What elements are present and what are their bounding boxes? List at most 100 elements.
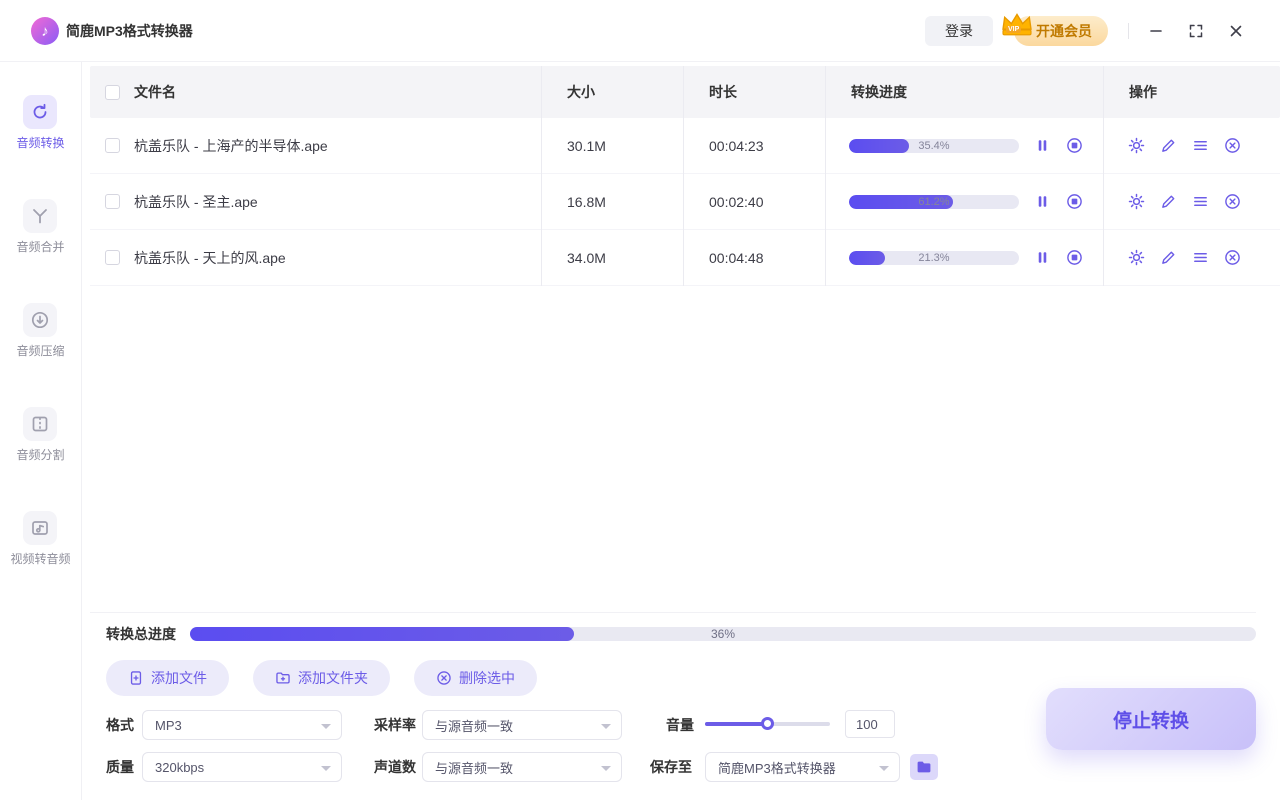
select-all-checkbox[interactable] — [105, 85, 120, 100]
settings-icon[interactable] — [1127, 137, 1145, 155]
sidebar-label: 音频合并 — [16, 238, 64, 255]
column-divider — [1103, 66, 1104, 286]
volume-input[interactable] — [845, 710, 895, 738]
folder-icon — [916, 759, 932, 775]
pause-icon[interactable] — [1033, 137, 1051, 155]
sidebar-item-audio-compress[interactable]: 音频压缩 — [16, 303, 64, 359]
add-folder-icon — [275, 670, 291, 686]
stop-icon[interactable] — [1065, 137, 1083, 155]
volume-slider[interactable] — [705, 722, 830, 726]
remove-icon[interactable] — [1223, 249, 1241, 267]
file-name: 杭盖乐队 - 天上的风.ape — [134, 248, 541, 268]
open-folder-button[interactable] — [910, 754, 938, 780]
channels-label: 声道数 — [374, 752, 416, 782]
close-button[interactable] — [1222, 17, 1250, 45]
samplerate-label: 采样率 — [374, 710, 416, 740]
column-divider — [683, 66, 684, 286]
sidebar-label: 音频转换 — [16, 134, 64, 151]
audio-compress-icon — [23, 303, 57, 337]
file-size: 30.1M — [541, 138, 683, 154]
sidebar: 音频转换 音频合并 音频压缩 音频分割 — [0, 62, 82, 800]
app-logo-icon: ♪ — [31, 17, 59, 45]
details-icon[interactable] — [1191, 249, 1209, 267]
saveto-select[interactable]: 简鹿MP3格式转换器 — [705, 752, 900, 782]
sidebar-label: 音频分割 — [16, 446, 64, 463]
details-icon[interactable] — [1191, 137, 1209, 155]
app-window: ♪ 简鹿MP3格式转换器 登录 VIP 开通会员 — [0, 0, 1280, 800]
file-action-buttons: 添加文件 添加文件夹 删除选中 — [106, 660, 537, 696]
remove-icon[interactable] — [1223, 137, 1241, 155]
column-divider — [541, 66, 542, 286]
pause-icon[interactable] — [1033, 193, 1051, 211]
delete-selected-button[interactable]: 删除选中 — [414, 660, 537, 696]
edit-icon[interactable] — [1159, 137, 1177, 155]
quality-label: 质量 — [106, 752, 134, 782]
format-value: MP3 — [155, 718, 182, 733]
saveto-label: 保存至 — [650, 752, 692, 782]
audio-merge-icon — [23, 199, 57, 233]
header-filename: 文件名 — [134, 82, 541, 102]
stop-icon[interactable] — [1065, 249, 1083, 267]
sidebar-label: 视频转音频 — [10, 550, 70, 567]
settings-icon[interactable] — [1127, 193, 1145, 211]
row-checkbox[interactable] — [105, 250, 120, 265]
quality-value: 320kbps — [155, 760, 204, 775]
row-checkbox[interactable] — [105, 138, 120, 153]
header-size: 大小 — [541, 82, 683, 102]
edit-icon[interactable] — [1159, 249, 1177, 267]
add-file-button[interactable]: 添加文件 — [106, 660, 229, 696]
table-row: 杭盖乐队 - 圣主.ape 16.8M 00:02:40 61.2% — [90, 174, 1280, 230]
file-duration: 00:04:23 — [683, 138, 825, 154]
samplerate-value: 与源音频一致 — [435, 716, 513, 735]
row-progress-bar: 35.4% — [849, 139, 1019, 153]
topbar-divider — [1128, 23, 1129, 39]
format-select[interactable]: MP3 — [142, 710, 342, 740]
minimize-button[interactable] — [1142, 17, 1170, 45]
header-progress: 转换进度 — [825, 82, 1103, 102]
header-actions: 操作 — [1103, 82, 1280, 102]
maximize-button[interactable] — [1182, 17, 1210, 45]
table-row: 杭盖乐队 - 上海产的半导体.ape 30.1M 00:04:23 35.4% — [90, 118, 1280, 174]
file-size: 34.0M — [541, 250, 683, 266]
stop-conversion-button[interactable]: 停止转换 — [1046, 688, 1256, 750]
channels-value: 与源音频一致 — [435, 758, 513, 777]
header-duration: 时长 — [683, 82, 825, 102]
stop-icon[interactable] — [1065, 193, 1083, 211]
samplerate-select[interactable]: 与源音频一致 — [422, 710, 622, 740]
pause-icon[interactable] — [1033, 249, 1051, 267]
volume-label: 音量 — [666, 710, 694, 740]
vip-badge: VIP — [1006, 26, 1021, 33]
edit-icon[interactable] — [1159, 193, 1177, 211]
audio-split-icon — [23, 407, 57, 441]
file-duration: 00:04:48 — [683, 250, 825, 266]
settings-icon[interactable] — [1127, 249, 1145, 267]
sidebar-item-audio-convert[interactable]: 音频转换 — [16, 95, 64, 151]
table-row: 杭盖乐队 - 天上的风.ape 34.0M 00:04:48 21.3% — [90, 230, 1280, 286]
sidebar-item-audio-merge[interactable]: 音频合并 — [16, 199, 64, 255]
sidebar-item-audio-split[interactable]: 音频分割 — [16, 407, 64, 463]
app-title: 简鹿MP3格式转换器 — [66, 0, 193, 62]
row-checkbox[interactable] — [105, 194, 120, 209]
remove-icon[interactable] — [1223, 193, 1241, 211]
delete-selected-icon — [436, 670, 452, 686]
total-progress-label: 转换总进度 — [106, 627, 176, 641]
volume-slider-handle[interactable] — [761, 717, 774, 730]
format-label: 格式 — [106, 710, 134, 740]
audio-convert-icon — [23, 95, 57, 129]
sidebar-item-video-to-audio[interactable]: 视频转音频 — [10, 511, 70, 567]
file-size: 16.8M — [541, 194, 683, 210]
saveto-value: 简鹿MP3格式转换器 — [718, 758, 836, 777]
video-to-audio-icon — [23, 511, 57, 545]
crown-icon — [1000, 11, 1034, 39]
quality-select[interactable]: 320kbps — [142, 752, 342, 782]
add-file-label: 添加文件 — [151, 668, 207, 688]
channels-select[interactable]: 与源音频一致 — [422, 752, 622, 782]
file-table: 文件名 大小 时长 转换进度 操作 杭盖乐队 - 上海产的半导体.ape 30.… — [90, 66, 1280, 286]
volume-slider-fill — [705, 722, 768, 726]
footer-divider — [90, 612, 1256, 613]
login-button[interactable]: 登录 — [925, 16, 993, 46]
delete-selected-label: 删除选中 — [459, 668, 515, 688]
add-folder-button[interactable]: 添加文件夹 — [253, 660, 390, 696]
details-icon[interactable] — [1191, 193, 1209, 211]
table-header-row: 文件名 大小 时长 转换进度 操作 — [90, 66, 1280, 118]
